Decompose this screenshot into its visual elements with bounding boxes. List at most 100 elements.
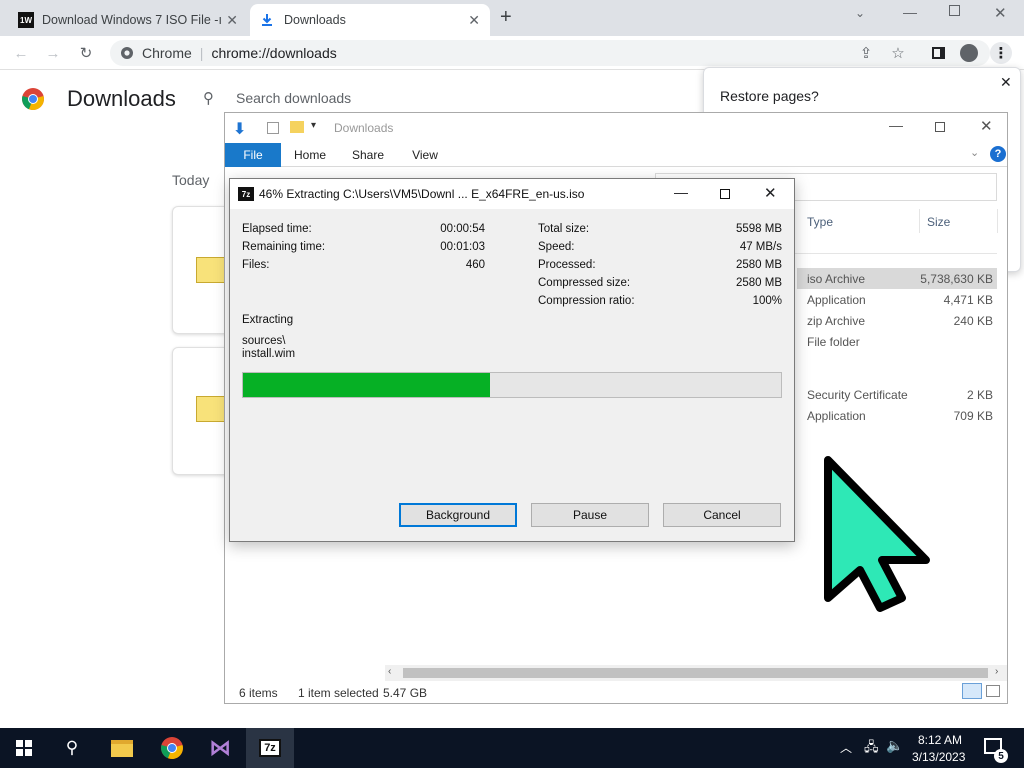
close-icon[interactable]: ✕: [1000, 74, 1012, 91]
speed-value: 47 MB/s: [739, 241, 782, 253]
side-panel-icon[interactable]: [927, 42, 949, 64]
search-icon: ⚲: [203, 90, 214, 107]
file-explorer-taskbar-icon[interactable]: [98, 728, 146, 768]
details-view-icon[interactable]: [962, 683, 982, 699]
remaining-time-value: 00:01:03: [440, 241, 485, 253]
processed-value: 2580 MB: [735, 259, 782, 271]
cancel-button[interactable]: Cancel: [663, 503, 781, 527]
forward-icon[interactable]: →: [42, 42, 64, 64]
notification-count-badge: 5: [994, 749, 1008, 763]
download-card[interactable]: [172, 206, 232, 334]
row-size[interactable]: 4,471 KB: [875, 293, 993, 307]
maximize-button[interactable]: [935, 122, 945, 132]
horizontal-scrollbar[interactable]: ‹ ›: [385, 665, 1007, 681]
close-icon[interactable]: ✕: [468, 12, 480, 29]
download-card[interactable]: [172, 347, 232, 475]
row-type[interactable]: iso Archive: [807, 272, 865, 286]
tab-label: Downloads: [284, 13, 346, 27]
ribbon-tab-file[interactable]: File: [225, 143, 281, 167]
network-icon[interactable]: 🖧: [864, 738, 879, 760]
minimize-button[interactable]: —: [903, 4, 917, 20]
background-button[interactable]: Background: [399, 503, 517, 527]
clock-date[interactable]: 3/13/2023: [912, 750, 965, 764]
search-downloads-input[interactable]: Search downloads: [236, 90, 351, 106]
minimize-button[interactable]: —: [674, 184, 688, 200]
share-icon[interactable]: ⇪: [855, 42, 877, 64]
row-size[interactable]: 2 KB: [875, 388, 993, 402]
dialog-title: 46% Extracting C:\Users\VM5\Downl ... E_…: [259, 187, 585, 201]
ribbon-tab-share[interactable]: Share: [345, 143, 391, 167]
close-icon[interactable]: ✕: [226, 12, 238, 29]
files-label: Files:: [242, 259, 270, 271]
section-today-heading: Today: [172, 172, 210, 188]
status-bar: 6 items 1 item selected 5.47 GB: [225, 681, 1007, 703]
close-window-button[interactable]: ✕: [764, 184, 777, 202]
total-size-value: 5598 MB: [735, 223, 782, 235]
total-size-label: Total size:: [538, 223, 590, 235]
close-window-button[interactable]: ✕: [994, 4, 1007, 22]
ribbon-tab-view[interactable]: View: [402, 143, 448, 167]
row-type[interactable]: Application: [807, 409, 866, 423]
chrome-logo-icon: [22, 88, 44, 111]
large-icons-view-icon[interactable]: [986, 685, 1000, 697]
site-label: Chrome: [142, 45, 192, 61]
pause-button[interactable]: Pause: [531, 503, 649, 527]
elapsed-time-label: Elapsed time:: [242, 223, 312, 235]
chrome-taskbar-icon[interactable]: [148, 728, 196, 768]
back-icon[interactable]: ←: [10, 42, 32, 64]
zip-file-icon: [196, 396, 226, 422]
row-size[interactable]: 709 KB: [875, 409, 993, 423]
current-path: sources\: [242, 335, 286, 347]
close-window-button[interactable]: ✕: [980, 117, 993, 135]
sevenzip-app-icon: 7z: [238, 187, 254, 201]
sevenzip-progress-dialog: 7z 46% Extracting C:\Users\VM5\Downl ...…: [229, 178, 795, 542]
volume-icon[interactable]: 🔈: [886, 737, 903, 754]
clock-time[interactable]: 8:12 AM: [918, 733, 962, 747]
remaining-time-label: Remaining time:: [242, 241, 326, 253]
ribbon-tab-home[interactable]: Home: [287, 143, 333, 167]
tab-search-icon[interactable]: ⌄: [855, 6, 865, 20]
restore-button[interactable]: [949, 5, 960, 16]
status-item-count: 6 items: [239, 686, 278, 700]
column-divider: [997, 209, 998, 233]
properties-icon[interactable]: [267, 122, 279, 134]
operation-status: Extracting: [242, 314, 294, 326]
row-type[interactable]: Application: [807, 293, 866, 307]
menu-kebab-icon[interactable]: ⋮: [990, 42, 1012, 64]
elapsed-time-value: 00:00:54: [440, 223, 485, 235]
windows-start-icon[interactable]: [0, 728, 48, 768]
tab-downloads[interactable]: Downloads ✕: [250, 4, 490, 36]
row-type[interactable]: File folder: [807, 335, 860, 349]
bookmark-star-icon[interactable]: ☆: [887, 42, 909, 64]
quick-access-dropdown-icon[interactable]: ▾: [311, 120, 316, 131]
new-folder-icon[interactable]: [290, 121, 304, 133]
new-tab-button[interactable]: +: [500, 6, 512, 29]
search-icon[interactable]: ⚲: [48, 728, 96, 768]
row-size[interactable]: 5,738,630 KB: [875, 272, 993, 286]
compression-ratio-label: Compression ratio:: [538, 295, 635, 307]
minimize-button[interactable]: —: [889, 117, 903, 133]
visual-studio-taskbar-icon[interactable]: ⋈: [196, 728, 244, 768]
sevenzip-taskbar-icon[interactable]: 7z: [246, 728, 294, 768]
scroll-left-icon[interactable]: ‹: [388, 666, 391, 677]
status-selected: 1 item selected: [298, 686, 379, 700]
tab-download-windows7[interactable]: 1W Download Windows 7 ISO File -ı ✕: [8, 4, 248, 36]
column-header-type[interactable]: Type: [807, 215, 833, 229]
reload-icon[interactable]: ↻: [75, 42, 97, 64]
row-type[interactable]: zip Archive: [807, 314, 865, 328]
scrollbar-thumb[interactable]: [403, 668, 988, 678]
scroll-right-icon[interactable]: ›: [995, 666, 998, 677]
iso-file-icon: [196, 257, 226, 283]
url-text: chrome://downloads: [211, 45, 337, 61]
show-hidden-icons-icon[interactable]: ︿: [840, 739, 852, 756]
column-header-size[interactable]: Size: [927, 215, 950, 229]
progress-bar-fill: [243, 373, 491, 397]
maximize-button[interactable]: [720, 189, 730, 199]
separator: |: [199, 45, 204, 61]
help-icon[interactable]: ?: [990, 146, 1006, 162]
current-file: install.wim: [242, 348, 296, 360]
compression-ratio-value: 100%: [752, 295, 782, 307]
expand-ribbon-icon[interactable]: ⌄: [970, 146, 979, 159]
row-size[interactable]: 240 KB: [875, 314, 993, 328]
profile-avatar-icon[interactable]: [958, 42, 980, 64]
